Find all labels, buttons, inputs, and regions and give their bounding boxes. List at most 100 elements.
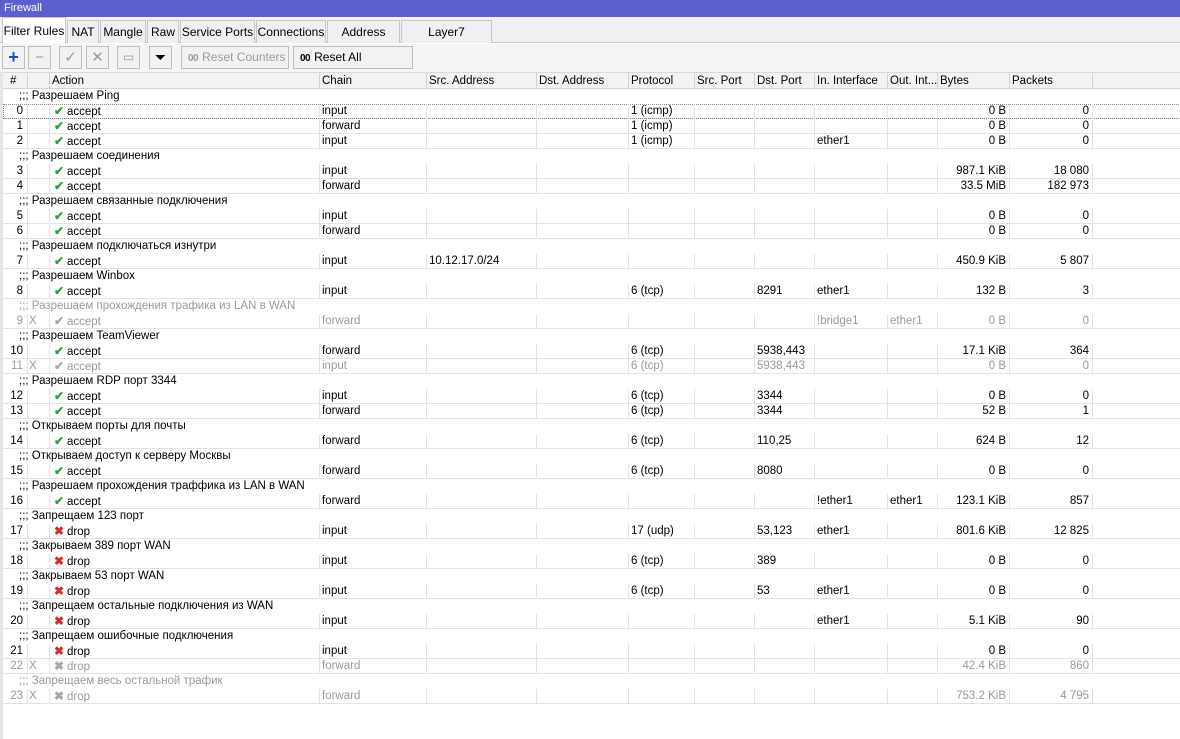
comment-row[interactable]: ;;; Открываем доступ к серверу Москвы [3,449,1180,464]
table-row[interactable]: 19 input 6 (tcp) 53 ether1 0 B 0 ✖ drop [3,584,1180,599]
rule-chain: input [320,164,427,179]
tab-filter-rules[interactable]: Filter Rules [2,17,66,44]
table-row[interactable]: 13 forward 6 (tcp) 3344 52 B 1 ✔ accept [3,404,1180,419]
table-row[interactable]: 7 input 10.12.17.0/24 450.9 KiB 5 807 ✔ accept [3,254,1180,269]
rule-number: 19 [8,584,28,599]
comment-row[interactable]: ;;; Запрещаем весь остальной трафик [3,674,1180,689]
table-row[interactable]: 15 forward 6 (tcp) 8080 0 B 0 ✔ accept [3,464,1180,479]
table-row[interactable]: 2 input 1 (icmp) ether1 0 B 0 ✔ accept [3,134,1180,149]
table-row[interactable]: 12 input 6 (tcp) 3344 0 B 0 ✔ accept [3,389,1180,404]
rule-packets: 3 [1010,284,1093,299]
comment-row[interactable]: ;;; Разрешаем RDP порт 3344 [3,374,1180,389]
remove-button[interactable]: − [28,46,51,69]
rule-chain: forward [320,434,427,449]
comment-row[interactable]: ;;; Разрешаем соединения [3,149,1180,164]
tab-connections[interactable]: Connections [256,20,326,43]
flag-cell [28,104,50,119]
table-row[interactable]: 3 input 987.1 KiB 18 080 ✔ accept [3,164,1180,179]
enable-button[interactable]: ✓ [59,46,82,69]
rule-out-interface [888,659,938,674]
rule-bytes: 0 B [938,104,1010,119]
rule-src-port [695,659,755,674]
comment-row[interactable]: ;;; Закрываем 389 порт WAN [3,539,1180,554]
table-row[interactable]: 14 forward 6 (tcp) 110,25 624 B 12 ✔ accept [3,434,1180,449]
rule-dst-port: 389 [755,554,815,569]
tab-mangle[interactable]: Mangle [100,20,146,43]
cross-icon: ✖ [53,524,65,538]
col-number[interactable]: # [8,73,28,89]
table-row[interactable]: 1 forward 1 (icmp) 0 B 0 ✔ accept [3,119,1180,134]
comment-row[interactable]: ;;; Запрещаем ошибочные подключения [3,629,1180,644]
filter-button[interactable]: ⏷ [149,46,172,69]
tab-raw[interactable]: Raw [147,20,179,43]
comment-row[interactable]: ;;; Разрешаем TeamViewer [3,329,1180,344]
table-row[interactable]: 5 input 0 B 0 ✔ accept [3,209,1180,224]
col-protocol[interactable]: Protocol [629,73,695,89]
rule-out-interface [888,224,938,239]
comment-row[interactable]: ;;; Разрешаем Ping [3,89,1180,104]
col-flag[interactable] [28,73,50,89]
disable-button[interactable]: ✕ [86,46,109,69]
rule-src-port [695,389,755,404]
table-row[interactable]: 6 forward 0 B 0 ✔ accept [3,224,1180,239]
filter-icon: ⏷ [154,49,167,65]
rule-out-interface [888,464,938,479]
rule-chain: forward [320,119,427,134]
comment-row[interactable]: ;;; Разрешаем прохождения трафика из LAN… [3,299,1180,314]
reset-all-counters-button[interactable]: 00Reset All Counters [293,46,413,86]
col-chain[interactable]: Chain [320,73,427,89]
rule-number: 10 [8,344,28,359]
table-row[interactable]: 4 forward 33.5 MiB 182 973 ✔ accept [3,179,1180,194]
col-in-interface[interactable]: In. Interface [815,73,888,89]
comment-row[interactable]: ;;; Запрещаем 123 порт [3,509,1180,524]
rule-number: 3 [8,164,28,179]
col-out-interface[interactable]: Out. Int... [888,73,938,89]
rule-comment: ;;; Разрешаем соединения [19,150,160,162]
table-row[interactable]: 8 input 6 (tcp) 8291 ether1 132 B 3 ✔ accept [3,284,1180,299]
reset-counters-button[interactable]: 00 Reset Counters [181,46,289,69]
table-row[interactable]: 16 forward !ether1 ether1 123.1 KiB 857 ✔ accep… [3,494,1180,509]
table-row[interactable]: 10 forward 6 (tcp) 5938,443 17.1 KiB 364 ✔ acce… [3,344,1180,359]
table-row[interactable]: 18 input 6 (tcp) 389 0 B 0 ✖ drop [3,554,1180,569]
tab-service-ports[interactable]: Service Ports [180,20,255,43]
rule-src-port [695,209,755,224]
tab-address-lists[interactable]: Address Lists [327,20,400,61]
comment-row[interactable]: ;;; Закрываем 53 порт WAN [3,569,1180,584]
comment-row[interactable]: ;;; Разрешаем связанные подключения [3,194,1180,209]
tab-nat[interactable]: NAT [67,20,99,43]
comment-row[interactable]: ;;; Открываем порты для почты [3,419,1180,434]
comment-button[interactable]: ▭ [117,46,140,69]
rule-packets: 860 [1010,659,1093,674]
col-dst-address[interactable]: Dst. Address [537,73,629,89]
comment-row[interactable]: ;;; Разрешаем подключаться изнутри [3,239,1180,254]
comment-row[interactable]: ;;; Запрещаем остальные подключения из W… [3,599,1180,614]
table-row[interactable]: 9 forward !bridge1 ether1 0 B 0 X ✔ accept [3,314,1180,329]
col-src-port[interactable]: Src. Port [695,73,755,89]
x-icon: ✕ [91,49,104,66]
rule-action-label: accept [67,496,101,508]
rule-comment: ;;; Запрещаем весь остальной трафик [19,675,223,687]
table-row[interactable]: 0 input 1 (icmp) 0 B 0 ✔ accept [3,104,1180,119]
table-row[interactable]: 21 input 0 B 0 ✖ drop [3,644,1180,659]
col-packets[interactable]: Packets [1010,73,1093,89]
rule-out-interface [888,524,938,539]
rule-src-address [427,389,537,404]
col-dst-port[interactable]: Dst. Port [755,73,815,89]
rule-dst-port [755,614,815,629]
rule-src-port [695,344,755,359]
table-row[interactable]: 23 forward 753.2 KiB 4 795 X ✖ drop [3,689,1180,704]
tab-layer7-protocols[interactable]: Layer7 Protocols [401,20,492,61]
col-bytes[interactable]: Bytes [938,73,1010,89]
table-body: ;;; Разрешаем Ping 0 input 1 (icmp) 0 B 0 ✔ acc… [3,89,1180,704]
comment-row[interactable]: ;;; Разрешаем Winbox [3,269,1180,284]
table-row[interactable]: 22 forward 42.4 KiB 860 X ✖ drop [3,659,1180,674]
table-row[interactable]: 20 input ether1 5.1 KiB 90 ✖ drop [3,614,1180,629]
col-action[interactable]: Action [50,73,320,89]
rule-action-label: drop [67,616,91,628]
comment-row[interactable]: ;;; Разрешаем прохождения траффика из LA… [3,479,1180,494]
table-row[interactable]: 11 input 6 (tcp) 5938,443 0 B 0 X ✔ accept [3,359,1180,374]
table-row[interactable]: 17 input 17 (udp) 53,123 ether1 801.6 KiB 12 8… [3,524,1180,539]
col-src-address[interactable]: Src. Address [427,73,537,89]
add-button[interactable]: + [2,46,25,69]
flag-cell [28,584,50,599]
